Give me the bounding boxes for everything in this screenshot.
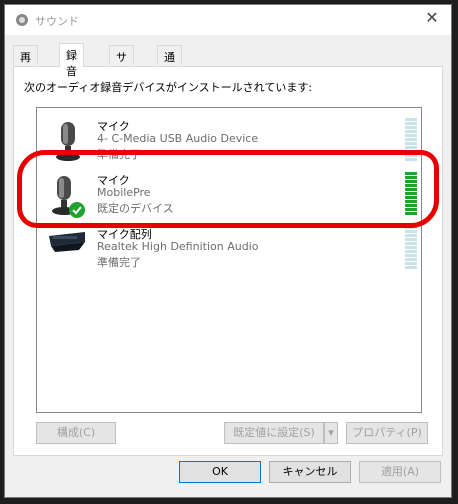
- level-meter: [405, 172, 417, 218]
- ok-button[interactable]: OK: [179, 461, 261, 483]
- tab-sounds[interactable]: サウンド: [109, 45, 134, 112]
- device-description: Realtek High Definition Audio: [97, 240, 259, 253]
- device-description: MobilePre: [97, 186, 151, 199]
- device-description: 4- C-Media USB Audio Device: [97, 132, 259, 145]
- microphone-icon: [56, 122, 80, 161]
- default-check-icon: [69, 202, 85, 218]
- apply-button[interactable]: 適用(A): [359, 461, 441, 483]
- properties-button[interactable]: プロパティ(P): [346, 422, 428, 444]
- level-meter: [405, 226, 417, 272]
- set-default-dropdown[interactable]: ▾: [324, 422, 338, 444]
- device-status: 準備完了: [97, 256, 141, 269]
- device-status: 既定のデバイス: [97, 202, 174, 215]
- speaker-icon: [16, 14, 28, 26]
- panel-caption: 次のオーディオ録音デバイスがインストールされています:: [24, 81, 313, 94]
- device-item-mobilepre[interactable]: マイク MobilePre 既定のデバイス: [37, 166, 421, 222]
- mic-array-icon: [49, 232, 85, 252]
- tab-playback[interactable]: 再生: [13, 45, 38, 80]
- configure-button[interactable]: 構成(C): [36, 422, 116, 444]
- tab-communications[interactable]: 通信: [157, 45, 182, 80]
- cancel-button[interactable]: キャンセル: [269, 461, 351, 483]
- sound-dialog: サウンド ✕ 再生 録音 サウンド 通信 次のオーディオ録音デバイスがインストー…: [4, 4, 452, 498]
- set-default-button[interactable]: 既定値に設定(S): [224, 422, 324, 444]
- recording-panel: 次のオーディオ録音デバイスがインストールされています: マイク 4- C-Med…: [13, 66, 443, 456]
- device-item-realtek[interactable]: マイク配列 Realtek High Definition Audio 準備完了: [37, 220, 421, 276]
- window-title: サウンド: [35, 15, 79, 28]
- device-status: 準備完了: [97, 148, 141, 161]
- title-bar: サウンド ✕: [5, 5, 451, 35]
- device-item-cmedia[interactable]: マイク 4- C-Media USB Audio Device 準備完了: [37, 112, 421, 168]
- chevron-down-icon: ▾: [328, 426, 334, 439]
- tab-recording[interactable]: 録音: [59, 43, 84, 78]
- level-meter: [405, 118, 417, 164]
- device-list: マイク 4- C-Media USB Audio Device 準備完了 マイク…: [36, 107, 422, 413]
- close-icon[interactable]: ✕: [425, 10, 439, 26]
